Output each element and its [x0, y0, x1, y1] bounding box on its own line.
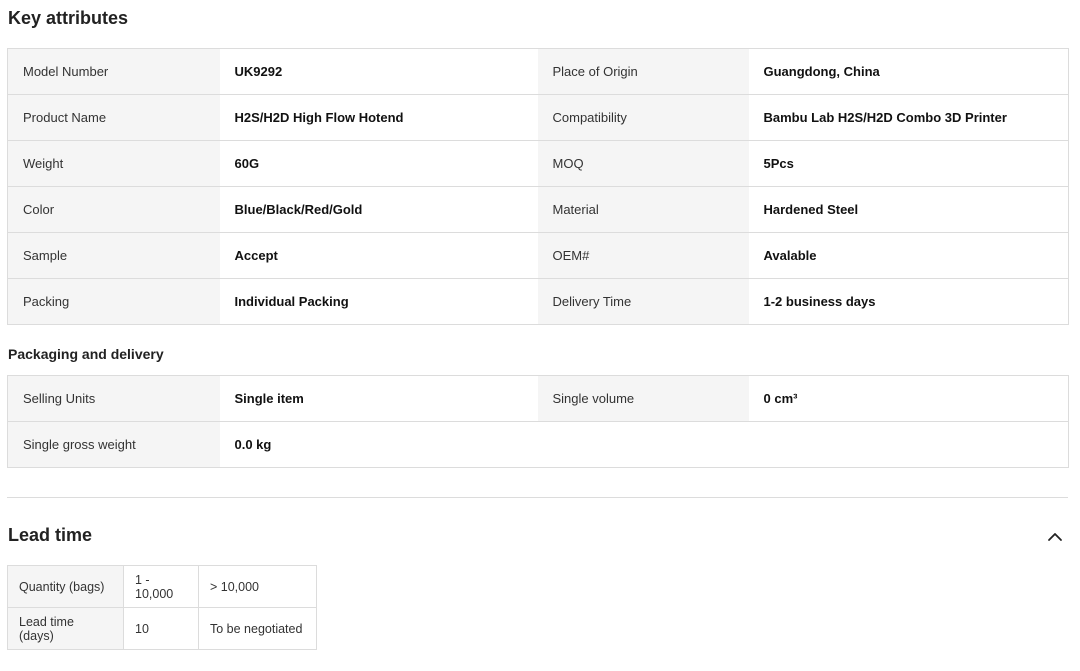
attribute-row: Sample Accept OEM# Avalable — [7, 232, 1069, 279]
attribute-value: Guangdong, China — [748, 48, 1069, 95]
attribute-row: Single gross weight 0.0 kg — [7, 421, 1069, 468]
attribute-value: Individual Packing — [219, 278, 538, 325]
attribute-label: Selling Units — [7, 375, 220, 422]
attribute-value: UK9292 — [219, 48, 538, 95]
attribute-value: 5Pcs — [748, 140, 1069, 187]
packaging-table: Selling Units Single item Single volume 0 c… — [7, 375, 1069, 468]
lead-time-header-cell: 1 - 10,000 — [123, 565, 199, 608]
section-title-key-attributes: Key attributes — [8, 8, 129, 28]
lead-time-header-cell: > 10,000 — [198, 565, 317, 608]
attribute-label: OEM# — [537, 232, 749, 279]
section-title-lead-time: Lead time — [8, 525, 93, 545]
lead-time-table: Quantity (bags) 1 - 10,000 > 10,000 Lead… — [7, 565, 317, 650]
lead-time-cell: To be negotiated — [198, 607, 317, 650]
attribute-value: Avalable — [748, 232, 1069, 279]
attribute-value: 1-2 business days — [748, 278, 1069, 325]
lead-time-header-row: Quantity (bags) 1 - 10,000 > 10,000 — [7, 565, 317, 608]
attribute-label: Compatibility — [537, 94, 749, 141]
attribute-row: Weight 60G MOQ 5Pcs — [7, 140, 1069, 187]
attribute-label: Weight — [7, 140, 220, 187]
lead-time-row-label: Lead time (days) — [7, 607, 124, 650]
lead-time-header-label: Quantity (bags) — [7, 565, 124, 608]
attribute-value: 60G — [219, 140, 538, 187]
section-title-packaging: Packaging and delivery — [8, 346, 164, 362]
attribute-row: Color Blue/Black/Red/Gold Material Hardened… — [7, 186, 1069, 233]
attribute-label: Place of Origin — [537, 48, 749, 95]
attribute-label: Sample — [7, 232, 220, 279]
attribute-label: MOQ — [537, 140, 749, 187]
attribute-value: Hardened Steel — [748, 186, 1069, 233]
attribute-label: Color — [7, 186, 220, 233]
attribute-label: Model Number — [7, 48, 220, 95]
attribute-value: 0.0 kg — [219, 421, 538, 468]
attribute-label: Material — [537, 186, 749, 233]
attribute-label: Product Name — [7, 94, 220, 141]
attribute-value: Accept — [219, 232, 538, 279]
attribute-label: Delivery Time — [537, 278, 749, 325]
attribute-value: Bambu Lab H2S/H2D Combo 3D Printer — [748, 94, 1069, 141]
empty-cell — [748, 421, 1069, 468]
attribute-value: H2S/H2D High Flow Hotend — [219, 94, 538, 141]
attribute-label: Single volume — [537, 375, 749, 422]
attribute-value: Blue/Black/Red/Gold — [219, 186, 538, 233]
attribute-label: Single gross weight — [7, 421, 220, 468]
chevron-up-icon[interactable] — [1044, 526, 1066, 546]
lead-time-cell: 10 — [123, 607, 199, 650]
empty-cell — [537, 421, 749, 468]
attribute-label: Packing — [7, 278, 220, 325]
attribute-value: Single item — [219, 375, 538, 422]
attribute-row: Selling Units Single item Single volume 0 c… — [7, 375, 1069, 422]
attribute-row: Model Number UK9292 Place of Origin Guangdo… — [7, 48, 1069, 95]
attribute-row: Product Name H2S/H2D High Flow Hotend Comp… — [7, 94, 1069, 141]
section-divider — [7, 497, 1068, 498]
key-attributes-table: Model Number UK9292 Place of Origin Guangdo… — [7, 48, 1069, 325]
lead-time-row: Lead time (days) 10 To be negotiated — [7, 607, 317, 650]
attribute-value: 0 cm³ — [748, 375, 1069, 422]
attribute-row: Packing Individual Packing Delivery Time 1-… — [7, 278, 1069, 325]
